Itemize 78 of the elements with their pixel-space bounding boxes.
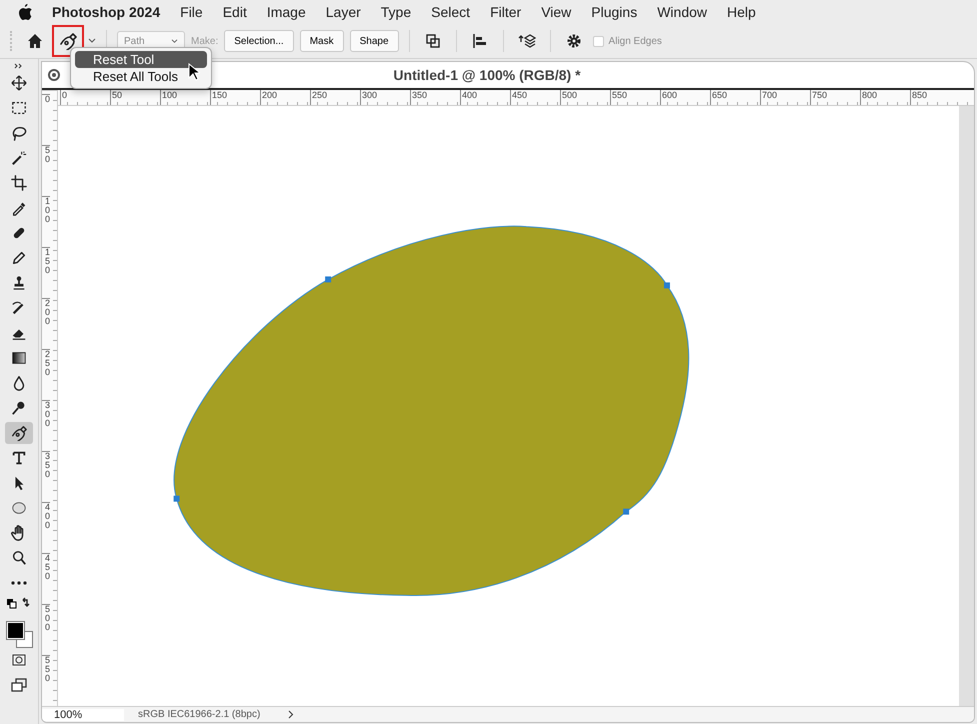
apple-logo-icon[interactable] bbox=[18, 4, 32, 20]
ruler-label: 150 bbox=[42, 247, 50, 298]
close-icon[interactable] bbox=[48, 69, 60, 81]
ruler-label: 200 bbox=[260, 90, 310, 105]
more-icon bbox=[11, 581, 27, 585]
type-icon bbox=[11, 450, 27, 466]
magic-wand-icon bbox=[11, 150, 27, 166]
menu-item[interactable]: Help bbox=[727, 4, 756, 20]
chevron-right-icon[interactable] bbox=[288, 710, 294, 719]
ruler-label: 650 bbox=[710, 90, 760, 105]
ellipse-icon bbox=[11, 500, 27, 516]
color-profile: sRGB IEC61966-2.1 (8bpc) bbox=[137, 709, 262, 720]
menu-item[interactable]: Select bbox=[431, 4, 470, 20]
ruler-label: 100 bbox=[160, 90, 210, 105]
ruler-label: 50 bbox=[42, 145, 50, 196]
ruler-label: 200 bbox=[42, 298, 50, 349]
pencil-icon bbox=[11, 250, 27, 266]
ruler-label: 600 bbox=[660, 90, 710, 105]
ruler-label: 250 bbox=[42, 349, 50, 400]
stamp-icon bbox=[11, 275, 27, 291]
tool-preset-button[interactable] bbox=[54, 27, 82, 55]
caret-icon bbox=[171, 38, 178, 44]
ruler-label: 750 bbox=[810, 90, 860, 105]
scrollbar[interactable] bbox=[959, 106, 974, 706]
pen-tool[interactable] bbox=[5, 422, 33, 444]
make-button[interactable]: Mask bbox=[300, 30, 344, 52]
ruler-label: 400 bbox=[42, 502, 50, 553]
anchor-point[interactable] bbox=[325, 276, 332, 282]
ruler-label: 250 bbox=[310, 90, 360, 105]
menu-item[interactable]: Type bbox=[380, 4, 412, 20]
collapse-icon[interactable] bbox=[14, 63, 24, 69]
menu-item[interactable]: View bbox=[541, 4, 572, 20]
drop-icon bbox=[11, 375, 27, 391]
menu-item[interactable]: Reset All Tools bbox=[75, 68, 207, 85]
ruler-label: 500 bbox=[42, 604, 50, 655]
ruler-label: 300 bbox=[42, 400, 50, 451]
ruler-label: 800 bbox=[860, 90, 910, 105]
document-title: Untitled-1 @ 100% (RGB/8) * bbox=[393, 67, 581, 83]
menu-item[interactable]: Layer bbox=[326, 4, 361, 20]
pen-icon bbox=[11, 425, 27, 441]
ruler-label: 700 bbox=[760, 90, 810, 105]
menu-item[interactable]: Edit bbox=[222, 4, 247, 20]
ruler-label: 0 bbox=[42, 94, 50, 145]
ruler-label: 850 bbox=[910, 90, 960, 105]
menu-item[interactable]: Filter bbox=[490, 4, 522, 20]
ruler-label: 50 bbox=[110, 90, 160, 105]
menu-item[interactable]: Image bbox=[266, 4, 306, 20]
lasso-icon bbox=[11, 125, 27, 141]
ruler-label: 300 bbox=[360, 90, 410, 105]
app-name[interactable]: Photoshop 2024 bbox=[52, 4, 160, 20]
menu-item[interactable]: Reset Tool bbox=[75, 51, 207, 68]
ruler-label: 450 bbox=[510, 90, 560, 105]
ruler-label: 100 bbox=[42, 196, 50, 247]
make-button[interactable]: Selection... bbox=[224, 30, 294, 52]
ruler-label: 0 bbox=[60, 90, 110, 105]
anchor-point[interactable] bbox=[174, 496, 180, 502]
menu-item[interactable]: Window bbox=[657, 4, 707, 20]
crop-icon bbox=[11, 175, 27, 191]
make-button[interactable]: Shape bbox=[350, 30, 399, 52]
pen-icon bbox=[58, 32, 78, 50]
menu-item[interactable]: Plugins bbox=[591, 4, 638, 20]
ruler-label: 400 bbox=[460, 90, 510, 105]
ruler-label: 150 bbox=[210, 90, 260, 105]
ruler-label: 350 bbox=[42, 451, 50, 502]
menu-item[interactable]: File bbox=[180, 4, 203, 20]
cursor-icon bbox=[188, 63, 200, 81]
caret-icon[interactable] bbox=[88, 38, 96, 44]
ruler-label: 450 bbox=[42, 553, 50, 604]
ruler-label: 500 bbox=[560, 90, 610, 105]
move-icon bbox=[11, 75, 27, 91]
zoom-icon bbox=[11, 550, 27, 566]
make-label: Make: bbox=[191, 36, 218, 46]
anchor-point[interactable] bbox=[623, 508, 630, 515]
zoom-level[interactable]: 100% bbox=[42, 708, 124, 720]
gradient-icon bbox=[11, 350, 27, 366]
dashed-rectangle-icon bbox=[11, 100, 27, 116]
ruler-label: 550 bbox=[610, 90, 660, 105]
ruler-label: 350 bbox=[410, 90, 460, 105]
